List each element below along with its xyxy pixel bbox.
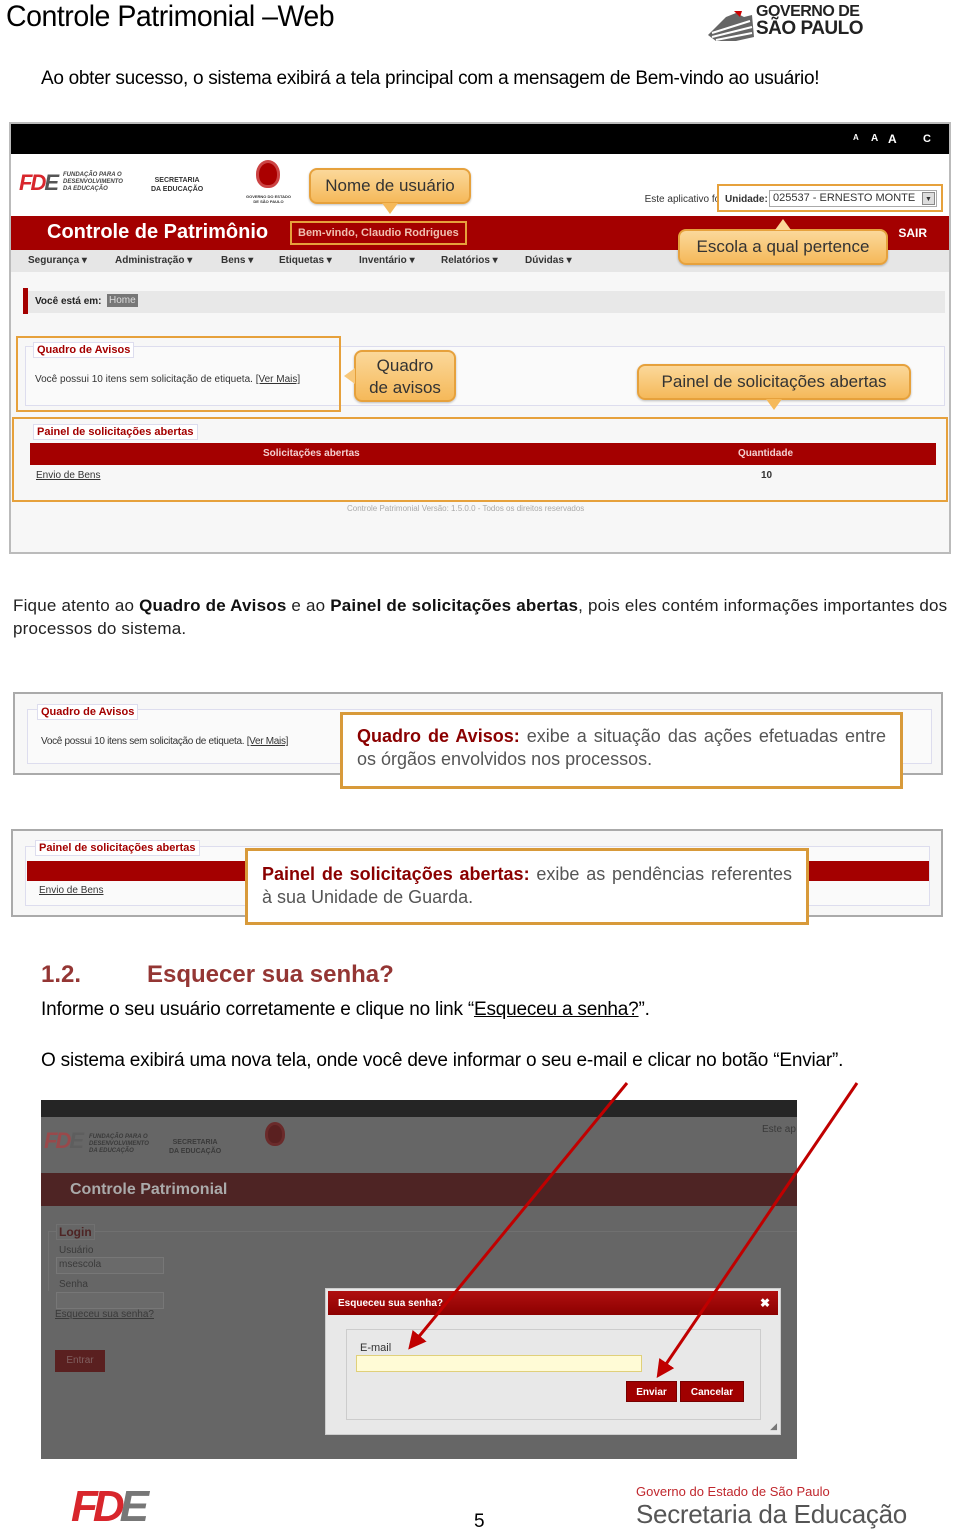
menu-item-duvidas[interactable]: Dúvidas ▾	[525, 255, 572, 266]
email-input[interactable]	[356, 1355, 642, 1372]
menu-item-bens[interactable]: Bens ▾	[221, 255, 253, 266]
requests-legend: Painel de solicitações abertas	[33, 424, 198, 440]
ver-mais-link[interactable]: [Ver Mais]	[247, 736, 289, 747]
requests-table-header: Solicitações abertas Quantidade	[30, 443, 936, 465]
forgot-password-link[interactable]: Esqueceu sua senha?	[55, 1309, 154, 1320]
unit-label: Unidade:	[725, 194, 768, 205]
menu-item-relatorios[interactable]: Relatórios ▾	[441, 255, 498, 266]
unit-select[interactable]: 025537 - ERNESTO MONTE ▼	[769, 190, 937, 207]
font-large-button[interactable]: A	[888, 132, 897, 146]
font-small-button[interactable]: A	[853, 133, 859, 142]
column-header: Quantidade	[738, 448, 794, 459]
resize-handle-icon[interactable]: ◢	[770, 1421, 777, 1432]
requests-legend: Painel de solicitações abertas	[35, 840, 200, 856]
chevron-down-icon[interactable]: ▼	[922, 192, 935, 205]
user-label: Usuário	[59, 1245, 94, 1256]
footer-secretaria-logo: Governo do Estado de São Paulo Secretari…	[636, 1484, 907, 1530]
callout-school: Escola a qual pertence	[678, 219, 888, 265]
notices-text: Você possui 10 itens sem solicitação de …	[41, 736, 289, 747]
notices-text: Você possui 10 itens sem solicitação de …	[35, 374, 301, 385]
user-input[interactable]: msescola	[56, 1257, 164, 1274]
login-legend: Login	[56, 1224, 95, 1240]
callout-username: Nome de usuário	[309, 168, 471, 214]
section-title: Esquecer sua senha?	[147, 961, 394, 988]
secretaria-logo: SECRETARIA DA EDUCAÇÃO	[151, 177, 204, 193]
header: FDE FUNDAÇÃO PARA O DESENVOLVIMENTO DA EDU…	[11, 154, 949, 216]
page-number: 5	[474, 1511, 485, 1532]
forgot-password-screenshot: FDE FUNDAÇÃO PARA O DESENVOLVIMENTO DA EDU…	[41, 1100, 797, 1459]
forgot-password-link-ref: Esqueceu a senha?	[473, 999, 639, 1020]
coat-of-arms-icon	[265, 1122, 285, 1146]
breadcrumb-label: Você está em:	[35, 296, 102, 307]
fde-logo: FDE	[19, 170, 59, 195]
table-row-name[interactable]: Envio de Bens	[39, 885, 104, 896]
send-button[interactable]: Enviar	[626, 1381, 677, 1402]
attention-paragraph: Fique atento ao Quadro de Avisos e ao Pa…	[13, 596, 948, 638]
gov-sp-logo: GOVERNO DE SÃO PAULO	[706, 3, 876, 43]
app-title: Controle de Patrimônio	[47, 221, 269, 243]
intro-text: Ao obter sucesso, o sistema exibirá a te…	[41, 68, 820, 89]
column-header: Solicitações abertas	[263, 448, 360, 459]
callout-notices: Quadro de avisos	[344, 350, 456, 402]
callout-requests: Painel de solicitações abertas	[637, 364, 911, 410]
fde-logo: FDE	[44, 1128, 84, 1153]
menu-item-seguranca[interactable]: Segurança ▾	[28, 255, 87, 266]
footer-secretaria-text: Secretaria da Educação	[636, 1499, 907, 1529]
app-title: Controle Patrimonial	[70, 1181, 228, 1198]
breadcrumb: Você está em: Home	[23, 288, 945, 314]
dialog-header: Esqueceu sua senha? ✖	[328, 1291, 778, 1315]
cancel-button[interactable]: Cancelar	[680, 1381, 744, 1402]
password-label: Senha	[59, 1279, 88, 1290]
menu-item-etiquetas[interactable]: Etiquetas ▾	[279, 255, 332, 266]
logout-button[interactable]: SAIR	[898, 226, 927, 240]
callout-line: Quadro	[376, 356, 434, 375]
footer-fde-logo: FDE	[71, 1482, 149, 1531]
instruction-line-2: O sistema exibirá uma nova tela, onde vo…	[41, 1050, 844, 1071]
contrast-button[interactable]: C	[923, 133, 931, 145]
footer-gov-text: Governo do Estado de São Paulo	[636, 1484, 830, 1499]
fde-subtitle: FUNDAÇÃO PARA O DESENVOLVIMENTO DA EDUCAÇÃ…	[89, 1134, 149, 1154]
welcome-message: Bem-vindo, Claudio Rodrigues	[290, 221, 467, 245]
font-medium-button[interactable]: A	[871, 133, 878, 144]
password-input[interactable]	[56, 1292, 164, 1309]
dialog-title: Esqueceu sua senha?	[338, 1298, 444, 1309]
menu-item-administracao[interactable]: Administração ▾	[115, 255, 192, 266]
notices-legend: Quadro de Avisos	[37, 704, 139, 720]
login-button[interactable]: Entrar	[55, 1350, 105, 1372]
close-icon[interactable]: ✖	[760, 1296, 770, 1310]
unit-selector-highlight: Unidade: 025537 - ERNESTO MONTE ▼	[717, 184, 943, 212]
section-number: 1.2.	[41, 961, 82, 988]
resolution-note: Este ap	[762, 1124, 796, 1135]
document-title: Controle Patrimonial –Web	[6, 0, 335, 33]
gov-logo-line2: SÃO PAULO	[756, 18, 864, 39]
app-title-bar: Controle Patrimonial	[41, 1173, 797, 1206]
brasao-caption: GOVERNO DO ESTADO DE SÃO PAULO	[245, 194, 292, 204]
table-row-name[interactable]: Envio de Bens	[36, 470, 101, 481]
sp-map-icon	[708, 11, 754, 41]
table-row-qty: 10	[761, 470, 773, 481]
menu-item-inventario[interactable]: Inventário ▾	[359, 255, 415, 266]
breadcrumb-home[interactable]: Home	[107, 294, 138, 307]
secretaria-logo: SECRETARIA DA EDUCAÇÃO	[169, 1139, 222, 1155]
email-label: E-mail	[360, 1342, 392, 1354]
forgot-password-dialog: Esqueceu sua senha? ✖ E-mail Enviar Canc…	[325, 1288, 781, 1435]
top-bar: A A A C	[11, 124, 949, 154]
requests-info-box: Painel de solicitações abertas: exibe as…	[245, 848, 809, 925]
instruction-line-1: Informe o seu usuário corretamente e cli…	[41, 999, 650, 1020]
coat-of-arms-icon	[256, 160, 280, 188]
notices-info-box: Quadro de Avisos: exibe a situação das a…	[340, 712, 903, 789]
callout-line: de avisos	[369, 378, 441, 397]
notices-legend: Quadro de Avisos	[33, 342, 135, 358]
version-footer: Controle Patrimonial Versão: 1.5.0.0 - T…	[347, 504, 585, 513]
fde-subtitle: FUNDAÇÃO PARA O DESENVOLVIMENTO DA EDUCAÇÃ…	[63, 172, 123, 192]
main-screen-screenshot: A A A C FDE FUNDAÇÃO PARA O DESENVOLVIMEN…	[9, 122, 951, 554]
ver-mais-link[interactable]: [Ver Mais]	[256, 374, 300, 385]
